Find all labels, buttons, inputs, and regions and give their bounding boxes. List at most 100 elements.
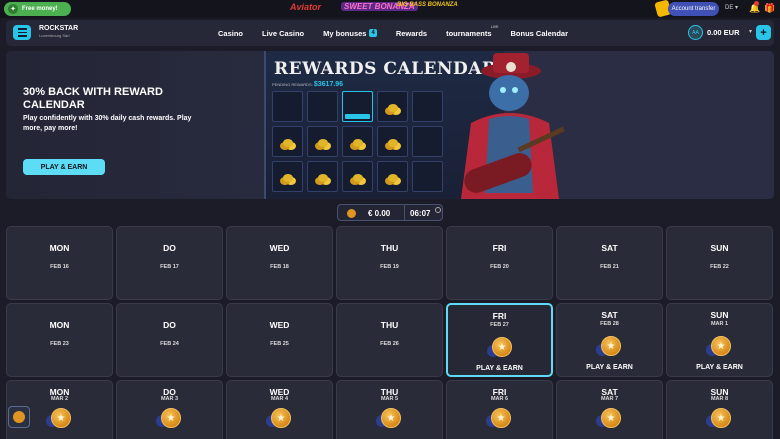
day-card[interactable]: FRI FEB 20 — [446, 226, 553, 300]
deposit-plus-button[interactable]: + — [756, 25, 771, 40]
day-card[interactable]: MON FEB 23 — [6, 303, 113, 377]
free-money-label: Free money! — [22, 6, 58, 12]
day-card[interactable]: WED FEB 25 — [226, 303, 333, 377]
play-earn-label[interactable]: PLAY & EARN — [667, 364, 772, 371]
mini-cell — [272, 161, 303, 192]
day-card[interactable]: MON FEB 16 — [6, 226, 113, 300]
day-card[interactable]: DO FEB 24 — [116, 303, 223, 377]
rockstar-logo[interactable]: ROCKSTAR Luxembourg Sàrl — [39, 25, 78, 39]
info-icon[interactable] — [435, 207, 441, 213]
divider — [404, 205, 405, 220]
nav-bonus-calendar[interactable]: Bonus Calendar — [511, 29, 569, 38]
floating-coin-button[interactable] — [8, 406, 30, 428]
day-card[interactable]: WED FEB 18 — [226, 226, 333, 300]
star-coin-icon: ★ — [492, 337, 512, 357]
gift-box-icon[interactable]: 🎁 — [764, 3, 775, 14]
big-bass-bonanza-game-logo[interactable]: BIG BASS BONANZA — [397, 2, 458, 9]
mini-cell — [412, 161, 443, 192]
free-money-button[interactable]: ✦ Free money! — [4, 2, 71, 16]
day-date: MAR 1 — [710, 321, 729, 327]
day-date: FEB 21 — [600, 264, 619, 270]
mini-cell — [377, 91, 408, 122]
day-card[interactable]: DO MAR 3 ★ — [116, 380, 223, 439]
notification-dot — [754, 1, 759, 6]
day-date: FEB 28 — [600, 321, 619, 327]
star-coin-icon: ★ — [711, 336, 731, 356]
day-date: FEB 26 — [380, 341, 399, 347]
star-coin-icon: ★ — [601, 336, 621, 356]
day-date: MAR 4 — [270, 396, 289, 402]
star-coin-icon: ★ — [161, 408, 181, 428]
reward-calendar-banner: 30% BACK WITH REWARD CALENDAR Play confi… — [6, 51, 774, 199]
mini-cell — [307, 91, 338, 122]
live-sup-label: LIVE — [490, 24, 499, 29]
day-card[interactable]: SUN MAR 1 ★ PLAY & EARN — [666, 303, 773, 377]
day-card[interactable]: THU MAR 5 ★ — [336, 380, 443, 439]
account-transfer-button[interactable]: Account transfer — [668, 2, 719, 16]
mini-cell — [342, 161, 373, 192]
balance-display[interactable]: 0.00 EUR — [707, 28, 740, 37]
day-date: FEB 17 — [160, 264, 179, 270]
day-card[interactable]: THU FEB 26 — [336, 303, 443, 377]
mini-cell — [377, 126, 408, 157]
day-card[interactable]: WED MAR 4 ★ — [226, 380, 333, 439]
day-card[interactable]: THU FEB 19 — [336, 226, 443, 300]
mini-cell — [377, 161, 408, 192]
banner-title: 30% BACK WITH REWARD CALENDAR — [23, 86, 163, 111]
countdown-time: 06:07 — [410, 209, 431, 218]
day-date: MAR 5 — [380, 396, 399, 402]
star-coin-icon: ★ — [381, 408, 401, 428]
day-name: MON — [49, 243, 70, 253]
star-coin-icon: ★ — [601, 408, 621, 428]
day-card[interactable]: SAT MAR 7 ★ — [556, 380, 663, 439]
day-name: THU — [380, 320, 399, 330]
day-date: FEB 27 — [490, 322, 509, 328]
day-name: SUN — [710, 310, 729, 320]
day-card[interactable]: SAT FEB 28 ★ PLAY & EARN — [556, 303, 663, 377]
language-selector[interactable]: DE ▾ — [725, 4, 738, 11]
aviator-game-logo[interactable]: Aviator — [290, 2, 321, 12]
day-date: MAR 6 — [490, 396, 509, 402]
user-avatar[interactable]: AA — [688, 25, 703, 40]
nav-rewards[interactable]: Rewards — [396, 29, 427, 38]
calendar-days-grid: MON FEB 16 DO FEB 17 WED FEB 18 THU FEB … — [6, 226, 774, 439]
mini-cell — [307, 161, 338, 192]
coin-icon — [347, 209, 356, 218]
play-earn-label[interactable]: PLAY & EARN — [557, 364, 662, 371]
banner-subtitle: Play confidently with 30% daily cash rew… — [23, 115, 192, 132]
day-card[interactable]: SAT FEB 21 — [556, 226, 663, 300]
day-date: MAR 3 — [160, 396, 179, 402]
mini-cell — [342, 126, 373, 157]
day-card[interactable]: FRI MAR 6 ★ — [446, 380, 553, 439]
day-date: FEB 23 — [50, 341, 69, 347]
banner-play-earn-button[interactable]: PLAY & EARN — [23, 159, 105, 175]
chevron-down-icon[interactable]: ▾ — [749, 28, 752, 35]
nav-casino[interactable]: Casino — [218, 29, 243, 38]
nav-live-casino[interactable]: Live Casino — [262, 29, 304, 38]
day-name: WED — [269, 243, 290, 253]
day-card[interactable]: DO FEB 17 — [116, 226, 223, 300]
nav-my-bonuses[interactable]: My bonuses 4 — [323, 29, 377, 38]
day-date: FEB 19 — [380, 264, 399, 270]
day-date: FEB 18 — [270, 264, 289, 270]
day-name: SAT — [601, 310, 618, 320]
star-coin-icon: ★ — [271, 408, 291, 428]
day-date: FEB 25 — [270, 341, 289, 347]
day-name: THU — [380, 243, 399, 253]
bell-icon[interactable]: 🔔 — [749, 1, 760, 14]
play-earn-label[interactable]: PLAY & EARN — [448, 365, 551, 372]
day-card[interactable]: SUN MAR 8 ★ — [666, 380, 773, 439]
day-date: FEB 16 — [50, 264, 69, 270]
rockstar-guitarist-illustration — [461, 53, 565, 199]
day-card[interactable]: SUN FEB 22 — [666, 226, 773, 300]
day-date: MAR 2 — [50, 396, 69, 402]
coin-icon — [13, 411, 25, 423]
star-coin-icon: ★ — [491, 408, 511, 428]
star-coin-icon: ★ — [51, 408, 71, 428]
mini-calendar-grid — [272, 91, 443, 192]
nav-tournaments[interactable]: tournaments LIVE — [446, 25, 498, 38]
hamburger-menu-button[interactable] — [13, 25, 31, 40]
day-name: WED — [269, 320, 290, 330]
day-name: SUN — [710, 243, 729, 253]
day-card-current[interactable]: FRI FEB 27 ★ PLAY & EARN — [446, 303, 553, 377]
